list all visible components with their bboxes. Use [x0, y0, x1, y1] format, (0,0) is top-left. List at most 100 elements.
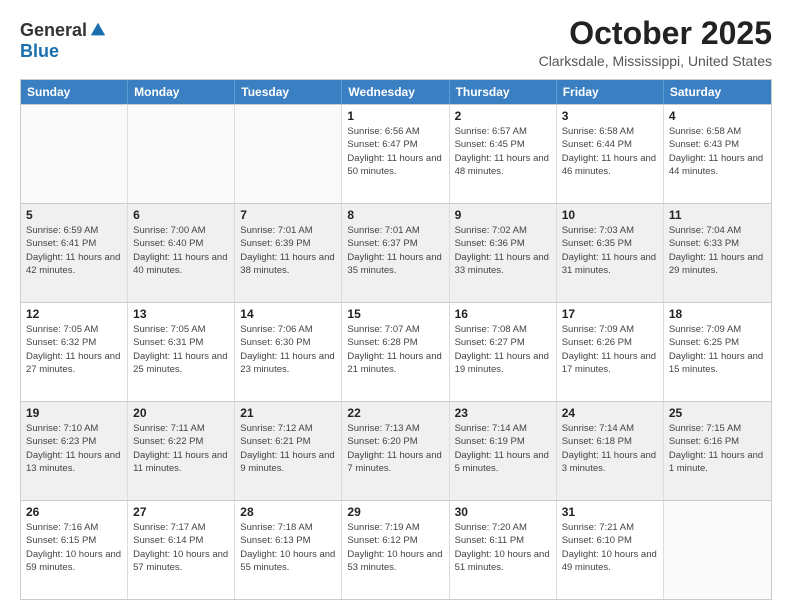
- day-number: 13: [133, 307, 229, 321]
- day-number: 2: [455, 109, 551, 123]
- day-number: 1: [347, 109, 443, 123]
- calendar-cell: 26 Sunrise: 7:16 AMSunset: 6:15 PMDayligh…: [21, 501, 128, 599]
- calendar: SundayMondayTuesdayWednesdayThursdayFrid…: [20, 79, 772, 600]
- logo: General Blue: [20, 20, 107, 62]
- day-info: Sunrise: 6:57 AMSunset: 6:45 PMDaylight:…: [455, 125, 551, 178]
- weekday-header-sunday: Sunday: [21, 80, 128, 104]
- logo-icon: [89, 21, 107, 39]
- logo-blue-text: Blue: [20, 41, 59, 61]
- calendar-cell: 8 Sunrise: 7:01 AMSunset: 6:37 PMDaylight…: [342, 204, 449, 302]
- weekday-header-tuesday: Tuesday: [235, 80, 342, 104]
- day-info: Sunrise: 7:21 AMSunset: 6:10 PMDaylight:…: [562, 521, 658, 574]
- day-info: Sunrise: 7:16 AMSunset: 6:15 PMDaylight:…: [26, 521, 122, 574]
- calendar-cell: 23Sunrise: 7:14 AMSunset: 6:19 PMDayligh…: [450, 402, 557, 500]
- weekday-header-monday: Monday: [128, 80, 235, 104]
- weekday-header-wednesday: Wednesday: [342, 80, 449, 104]
- calendar-cell: 13 Sunrise: 7:05 AMSunset: 6:31 PMDayligh…: [128, 303, 235, 401]
- calendar-cell: 14 Sunrise: 7:06 AMSunset: 6:30 PMDayligh…: [235, 303, 342, 401]
- calendar-header-row: SundayMondayTuesdayWednesdayThursdayFrid…: [21, 80, 771, 104]
- calendar-cell: 2 Sunrise: 6:57 AMSunset: 6:45 PMDaylight…: [450, 105, 557, 203]
- day-info: Sunrise: 7:15 AMSunset: 6:16 PMDaylight:…: [669, 422, 766, 475]
- day-info: Sunrise: 7:05 AMSunset: 6:32 PMDaylight:…: [26, 323, 122, 376]
- calendar-cell: 21 Sunrise: 7:12 AMSunset: 6:21 PMDayligh…: [235, 402, 342, 500]
- day-info: Sunrise: 7:12 AMSunset: 6:21 PMDaylight:…: [240, 422, 336, 475]
- calendar-cell: 4 Sunrise: 6:58 AMSunset: 6:43 PMDaylight…: [664, 105, 771, 203]
- day-info: Sunrise: 7:14 AMSunset: 6:18 PMDaylight:…: [562, 422, 658, 475]
- day-number: 23: [455, 406, 551, 420]
- weekday-header-friday: Friday: [557, 80, 664, 104]
- weekday-header-thursday: Thursday: [450, 80, 557, 104]
- day-number: 6: [133, 208, 229, 222]
- calendar-cell: 3 Sunrise: 6:58 AMSunset: 6:44 PMDaylight…: [557, 105, 664, 203]
- day-number: 8: [347, 208, 443, 222]
- calendar-cell: 30 Sunrise: 7:20 AMSunset: 6:11 PMDayligh…: [450, 501, 557, 599]
- day-number: 30: [455, 505, 551, 519]
- calendar-cell: 12 Sunrise: 7:05 AMSunset: 6:32 PMDayligh…: [21, 303, 128, 401]
- day-number: 4: [669, 109, 766, 123]
- day-number: 17: [562, 307, 658, 321]
- day-number: 22: [347, 406, 443, 420]
- location-subtitle: Clarksdale, Mississippi, United States: [539, 53, 772, 69]
- calendar-cell: 24 Sunrise: 7:14 AMSunset: 6:18 PMDayligh…: [557, 402, 664, 500]
- day-info: Sunrise: 7:02 AMSunset: 6:36 PMDaylight:…: [455, 224, 551, 277]
- calendar-row-1: 1 Sunrise: 6:56 AMSunset: 6:47 PMDaylight…: [21, 104, 771, 203]
- calendar-row-4: 19 Sunrise: 7:10 AMSunset: 6:23 PMDayligh…: [21, 401, 771, 500]
- day-info: Sunrise: 7:07 AMSunset: 6:28 PMDaylight:…: [347, 323, 443, 376]
- day-info: Sunrise: 6:58 AMSunset: 6:43 PMDaylight:…: [669, 125, 766, 178]
- day-info: Sunrise: 7:18 AMSunset: 6:13 PMDaylight:…: [240, 521, 336, 574]
- calendar-cell: 10Sunrise: 7:03 AMSunset: 6:35 PMDayligh…: [557, 204, 664, 302]
- day-info: Sunrise: 7:05 AMSunset: 6:31 PMDaylight:…: [133, 323, 229, 376]
- calendar-cell: 20 Sunrise: 7:11 AMSunset: 6:22 PMDayligh…: [128, 402, 235, 500]
- day-number: 12: [26, 307, 122, 321]
- calendar-cell: 31 Sunrise: 7:21 AMSunset: 6:10 PMDayligh…: [557, 501, 664, 599]
- calendar-row-5: 26 Sunrise: 7:16 AMSunset: 6:15 PMDayligh…: [21, 500, 771, 599]
- calendar-cell: [21, 105, 128, 203]
- calendar-cell: 17 Sunrise: 7:09 AMSunset: 6:26 PMDayligh…: [557, 303, 664, 401]
- calendar-row-2: 5Sunrise: 6:59 AMSunset: 6:41 PMDaylight…: [21, 203, 771, 302]
- day-number: 25: [669, 406, 766, 420]
- calendar-page: General Blue October 2025 Clarksdale, Mi…: [0, 0, 792, 612]
- calendar-cell: [128, 105, 235, 203]
- weekday-header-saturday: Saturday: [664, 80, 771, 104]
- day-number: 20: [133, 406, 229, 420]
- day-number: 26: [26, 505, 122, 519]
- day-info: Sunrise: 7:01 AMSunset: 6:39 PMDaylight:…: [240, 224, 336, 277]
- calendar-cell: [235, 105, 342, 203]
- day-number: 29: [347, 505, 443, 519]
- day-info: Sunrise: 7:00 AMSunset: 6:40 PMDaylight:…: [133, 224, 229, 277]
- day-number: 24: [562, 406, 658, 420]
- day-info: Sunrise: 7:06 AMSunset: 6:30 PMDaylight:…: [240, 323, 336, 376]
- day-number: 27: [133, 505, 229, 519]
- day-number: 18: [669, 307, 766, 321]
- day-info: Sunrise: 7:10 AMSunset: 6:23 PMDaylight:…: [26, 422, 122, 475]
- day-info: Sunrise: 7:08 AMSunset: 6:27 PMDaylight:…: [455, 323, 551, 376]
- day-number: 15: [347, 307, 443, 321]
- calendar-body: 1 Sunrise: 6:56 AMSunset: 6:47 PMDaylight…: [21, 104, 771, 599]
- logo-general-text: General: [20, 20, 87, 41]
- calendar-cell: 15 Sunrise: 7:07 AMSunset: 6:28 PMDayligh…: [342, 303, 449, 401]
- calendar-cell: 29 Sunrise: 7:19 AMSunset: 6:12 PMDayligh…: [342, 501, 449, 599]
- header: General Blue October 2025 Clarksdale, Mi…: [20, 16, 772, 69]
- day-info: Sunrise: 6:58 AMSunset: 6:44 PMDaylight:…: [562, 125, 658, 178]
- day-number: 14: [240, 307, 336, 321]
- day-number: 3: [562, 109, 658, 123]
- day-number: 9: [455, 208, 551, 222]
- day-info: Sunrise: 7:11 AMSunset: 6:22 PMDaylight:…: [133, 422, 229, 475]
- day-info: Sunrise: 7:01 AMSunset: 6:37 PMDaylight:…: [347, 224, 443, 277]
- calendar-cell: 16 Sunrise: 7:08 AMSunset: 6:27 PMDayligh…: [450, 303, 557, 401]
- day-info: Sunrise: 7:03 AMSunset: 6:35 PMDaylight:…: [562, 224, 658, 277]
- calendar-cell: 18 Sunrise: 7:09 AMSunset: 6:25 PMDayligh…: [664, 303, 771, 401]
- day-info: Sunrise: 7:09 AMSunset: 6:26 PMDaylight:…: [562, 323, 658, 376]
- day-info: Sunrise: 7:17 AMSunset: 6:14 PMDaylight:…: [133, 521, 229, 574]
- day-number: 16: [455, 307, 551, 321]
- day-info: Sunrise: 7:19 AMSunset: 6:12 PMDaylight:…: [347, 521, 443, 574]
- day-info: Sunrise: 7:20 AMSunset: 6:11 PMDaylight:…: [455, 521, 551, 574]
- day-number: 19: [26, 406, 122, 420]
- calendar-row-3: 12 Sunrise: 7:05 AMSunset: 6:32 PMDayligh…: [21, 302, 771, 401]
- day-info: Sunrise: 6:59 AMSunset: 6:41 PMDaylight:…: [26, 224, 122, 277]
- day-number: 21: [240, 406, 336, 420]
- day-number: 11: [669, 208, 766, 222]
- day-info: Sunrise: 7:09 AMSunset: 6:25 PMDaylight:…: [669, 323, 766, 376]
- day-info: Sunrise: 6:56 AMSunset: 6:47 PMDaylight:…: [347, 125, 443, 178]
- day-number: 31: [562, 505, 658, 519]
